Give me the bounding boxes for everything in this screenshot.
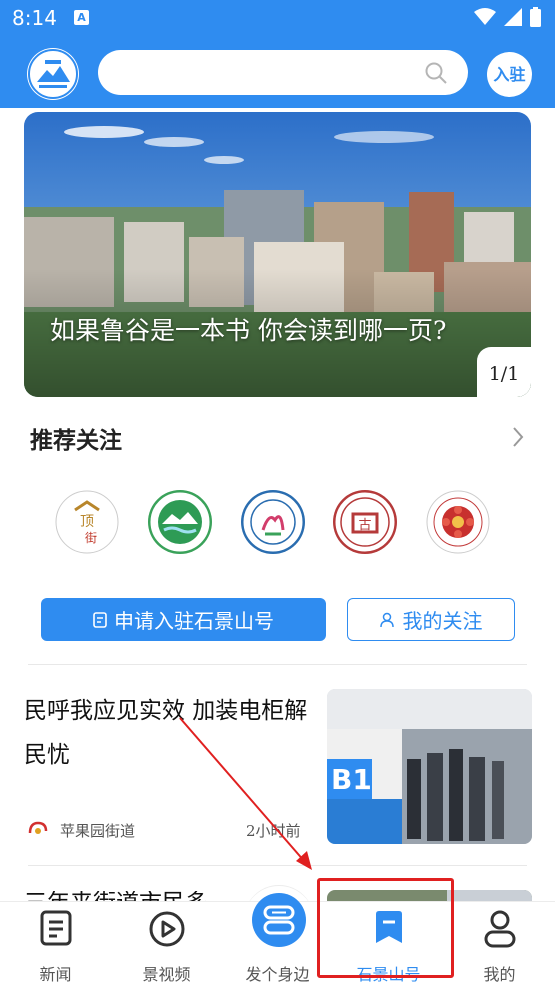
app-logo-icon xyxy=(28,49,78,99)
apply-join-label: 申请入驻石景山号 xyxy=(114,609,274,633)
svg-text:街: 街 xyxy=(85,531,97,545)
battery-icon xyxy=(530,7,541,27)
post-icon xyxy=(263,905,295,935)
news-source[interactable]: 苹果园街道 xyxy=(60,820,135,841)
my-follow-button[interactable]: 我的关注 xyxy=(347,598,515,641)
notification-badge: A xyxy=(74,10,89,25)
status-icons xyxy=(474,7,541,27)
signal-icon xyxy=(504,8,522,26)
banner-carousel[interactable]: 如果鲁谷是一本书 你会读到哪一页? 1/1 xyxy=(24,112,531,397)
recommend-title: 推荐关注 xyxy=(30,428,122,454)
guangning-logo-icon xyxy=(241,490,305,554)
svg-text:B1: B1 xyxy=(331,763,372,796)
document-icon xyxy=(93,611,107,628)
account-jindingjie[interactable]: 顶 街 xyxy=(55,490,119,554)
user-icon xyxy=(484,910,515,948)
post-button[interactable] xyxy=(252,893,306,947)
news-thumbnail-image: B1 xyxy=(327,689,532,844)
banner-pager: 1/1 xyxy=(477,347,531,397)
wulituo-logo-icon xyxy=(148,490,212,554)
gucheng-logo-icon: 古 xyxy=(333,490,397,554)
account-gucheng[interactable]: 古 xyxy=(333,490,397,554)
tab-label: 我的 xyxy=(483,965,516,982)
status-time: 8:14 xyxy=(12,6,57,30)
tab-shijingshan-hao[interactable]: 石景山号 xyxy=(333,902,444,982)
news-title[interactable]: 民呼我应见实效 加装电柜解民忧 xyxy=(24,689,309,777)
user-follow-icon xyxy=(379,612,394,627)
news-thumbnail[interactable]: B1 xyxy=(327,689,532,844)
bookmark-icon xyxy=(375,911,402,943)
banner-caption[interactable]: 如果鲁谷是一本书 你会读到哪一页? xyxy=(50,312,470,349)
video-play-icon xyxy=(149,911,184,947)
jindingjie-logo-icon: 顶 街 xyxy=(55,490,119,554)
tab-mine[interactable]: 我的 xyxy=(444,902,555,982)
divider xyxy=(28,664,527,665)
news-icon xyxy=(40,910,71,946)
app-header: 入驻 xyxy=(0,38,555,108)
tab-label: 发个身边 xyxy=(245,965,310,982)
tab-label: 石景山号 xyxy=(356,965,421,982)
divider xyxy=(28,865,527,866)
community-seal-logo-icon xyxy=(426,490,490,554)
apply-join-button[interactable]: 申请入驻石景山号 xyxy=(41,598,326,641)
tab-label: 景视频 xyxy=(142,965,191,982)
search-input[interactable] xyxy=(98,50,468,95)
account-wulituo[interactable] xyxy=(148,490,212,554)
app-logo[interactable] xyxy=(27,48,79,100)
svg-text:顶: 顶 xyxy=(80,514,94,530)
news-time: 2小时前 xyxy=(246,822,301,840)
recommended-accounts: 顶 街 古 xyxy=(0,490,555,562)
join-button[interactable]: 入驻 xyxy=(487,52,532,97)
tab-news[interactable]: 新闻 xyxy=(0,902,111,982)
tab-label: 新闻 xyxy=(39,965,72,982)
search-icon[interactable] xyxy=(424,61,448,85)
wifi-icon xyxy=(474,8,496,25)
svg-text:古: 古 xyxy=(358,518,371,533)
tab-video[interactable]: 景视频 xyxy=(111,902,222,982)
banner-image xyxy=(24,112,531,397)
account-guangning[interactable] xyxy=(241,490,305,554)
status-bar: 8:14 A xyxy=(0,0,555,38)
chevron-right-icon[interactable] xyxy=(512,426,524,448)
source-logo-icon xyxy=(28,821,48,834)
my-follow-label: 我的关注 xyxy=(402,609,483,633)
account-community-seal[interactable] xyxy=(426,490,490,554)
